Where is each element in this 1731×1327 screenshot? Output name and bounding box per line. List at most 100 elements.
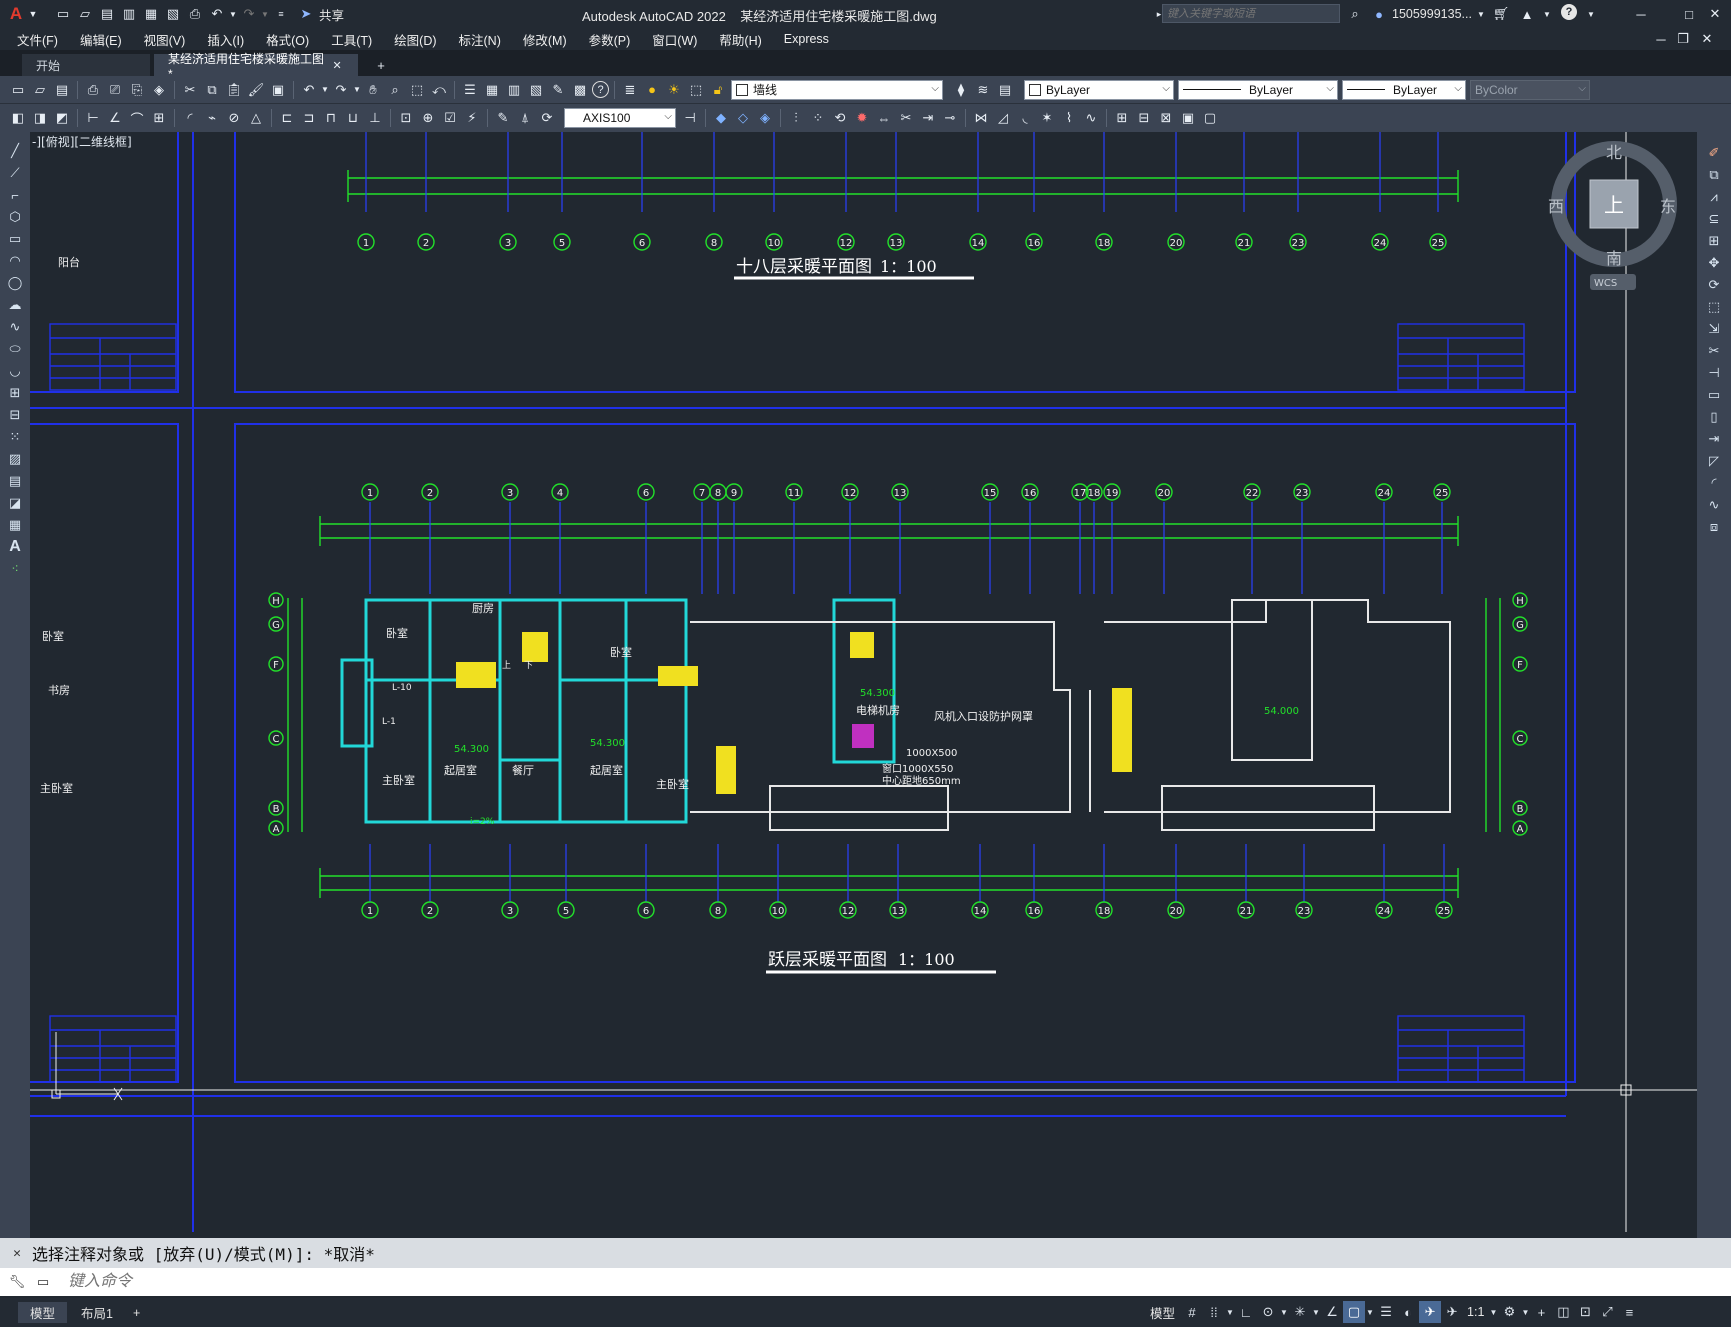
quick-properties-icon[interactable]: ⊡ [1574,1301,1596,1323]
menu-draw[interactable]: 绘图(D) [383,30,447,49]
menu-file[interactable]: 文件(F) [6,30,69,49]
dim-space-icon[interactable]: ⊔ [343,108,363,128]
help-tb-icon[interactable]: ? [592,81,609,98]
open-icon[interactable]: ▱ [30,80,50,100]
object-snap-icon[interactable]: ▢ [1343,1301,1366,1323]
plot-icon[interactable]: ⎙ [185,4,205,24]
help-dropdown-icon[interactable]: ▼ [1581,4,1601,24]
edit-polyline-icon[interactable]: ⌇ [1059,108,1079,128]
xref-icon[interactable]: ⊠ [1156,108,1176,128]
tab-close-icon[interactable]: ✕ [331,55,343,75]
array-icon[interactable]: ⁘ [808,108,828,128]
layer-previous-icon[interactable]: ≋ [973,80,993,100]
new-tab-button[interactable]: + [362,54,400,76]
region-icon[interactable]: ◪ [5,493,25,513]
layer-states-icon[interactable]: ▤ [995,80,1015,100]
doc-minimize-icon[interactable]: ─ [1651,29,1671,49]
autodesk-apps-icon[interactable]: ▲ [1517,4,1537,24]
isodraft-icon[interactable]: ✳ [1289,1301,1311,1323]
command-input[interactable] [66,1270,1670,1294]
continue-dim-icon[interactable]: ⊓ [321,108,341,128]
menu-insert[interactable]: 插入(I) [196,30,255,49]
menu-dimension[interactable]: 标注(N) [448,30,512,49]
inspect-icon[interactable]: ☑ [440,108,460,128]
customize-status-icon[interactable]: ≡ [1618,1301,1640,1323]
erase-icon[interactable]: ✐ [1704,143,1724,163]
fullscreen-icon[interactable]: ⤢ [1596,1301,1618,1323]
fillet-modify-icon[interactable]: ◜ [1704,473,1724,493]
cart-icon[interactable]: 🛒︎ [1491,4,1511,24]
viewcube-north[interactable]: 北 [1606,143,1622,162]
linear-dim-icon[interactable]: ⊢ [83,108,103,128]
jogged-linear-icon[interactable]: ⚡︎ [462,108,482,128]
break-icon[interactable]: ⊸ [940,108,960,128]
multiline-text-icon[interactable]: A [5,537,25,557]
3d-print-icon[interactable]: ◈ [149,80,169,100]
mirror-icon[interactable]: ◈ [755,108,775,128]
tab-layout1[interactable]: 布局1 [69,1302,125,1323]
move-modify-icon[interactable]: ✥ [1704,253,1724,273]
redo-icon[interactable]: ↷ [239,4,259,24]
zoom-previous-icon[interactable]: ⤺ [429,80,449,100]
layer-viewport-icon[interactable]: ⬚ [686,80,706,100]
close-window-icon[interactable]: ✕ [1705,4,1725,24]
arc-length-icon[interactable]: ⌒ [127,108,147,128]
make-block-icon[interactable]: ⊟ [5,405,25,425]
viewcube-west[interactable]: 西 [1548,197,1564,216]
copy-modify-icon[interactable]: ⧉ [1704,165,1724,185]
dim-break-icon[interactable]: ⊥ [365,108,385,128]
explode-icon[interactable]: ✶ [1037,108,1057,128]
help-icon[interactable]: ? [1561,4,1577,20]
rotate-icon[interactable]: ⟲ [830,108,850,128]
scale-dropdown-icon[interactable]: ▼ [1488,1301,1498,1323]
add-scale-icon[interactable]: + [1530,1301,1552,1323]
gradient-icon[interactable]: ▤ [5,471,25,491]
calculator-icon[interactable]: ▩ [570,80,590,100]
ortho-icon[interactable]: ∟ [1235,1301,1257,1323]
mirror-modify-icon[interactable]: ⩘ [1704,187,1724,207]
dim-style-icon[interactable]: ⊣ [680,108,700,128]
extend-modify-icon[interactable]: ⊣ [1704,363,1724,383]
add-selected-icon[interactable]: ⁖ [5,559,25,579]
dimstyle-combo[interactable]: AXIS100 ⌵ [564,108,676,128]
break-modify-icon[interactable]: ▯ [1704,407,1724,427]
minimize-icon[interactable]: ─ [1631,4,1651,24]
copy-icon[interactable]: ⧉ [202,80,222,100]
object-tracking-icon[interactable]: ∠ [1321,1301,1343,1323]
baseline-dim-icon[interactable]: ⊐ [299,108,319,128]
menu-tools[interactable]: 工具(T) [320,30,383,49]
tab-drawing[interactable]: 某经济适用住宅楼采暖施工图* ✕ [154,52,358,81]
save-as-icon[interactable]: ▥ [119,4,139,24]
snap-icon[interactable]: ⁞⁞ [1203,1301,1225,1323]
undo-dropdown-icon[interactable]: ▼ [229,4,237,24]
scale-icon[interactable]: ✹ [852,108,872,128]
trim-icon[interactable]: ✂ [896,108,916,128]
rotate-modify-icon[interactable]: ⟳ [1704,275,1724,295]
paste-icon[interactable]: 📋︎ [224,80,244,100]
annotation-visibility-icon[interactable]: ✈ [1419,1301,1442,1323]
grid-icon[interactable]: # [1181,1301,1203,1323]
ordinate-dim-icon[interactable]: ⊞ [149,108,169,128]
linetype-combo[interactable]: ByLayer ⌵ [1178,79,1338,100]
polygon-icon[interactable]: ⬡ [5,207,25,227]
polar-dropdown-icon[interactable]: ▼ [1279,1301,1289,1323]
lineweight-combo[interactable]: ByLayer ⌵ [1342,79,1466,100]
help-search-input[interactable] [1162,4,1340,23]
zoom-window-icon[interactable]: ⬚ [407,80,427,100]
close-command-icon[interactable]: ✕ [7,1243,27,1263]
break-point-icon[interactable]: ▭ [1704,385,1724,405]
make-current-layer-icon[interactable]: ⧫ [951,80,971,100]
center-mark-icon[interactable]: ⊕ [418,108,438,128]
angular-dim-icon[interactable]: △ [246,108,266,128]
circle-icon[interactable]: ◯ [5,273,25,293]
viewcube-south[interactable]: 南 [1606,249,1622,268]
sheet-set-icon[interactable]: ▧ [526,80,546,100]
image-icon[interactable]: ▣ [1178,108,1198,128]
polar-icon[interactable]: ⊙ [1257,1301,1279,1323]
plotstyle-combo[interactable]: ByColor ⌵ [1470,79,1590,100]
table-icon[interactable]: ▦ [5,515,25,535]
menu-express[interactable]: Express [773,32,840,46]
spline-icon[interactable]: ∿ [5,317,25,337]
redo-tb-dropdown-icon[interactable]: ▼ [353,80,361,100]
line-icon[interactable]: ╱ [5,141,25,161]
